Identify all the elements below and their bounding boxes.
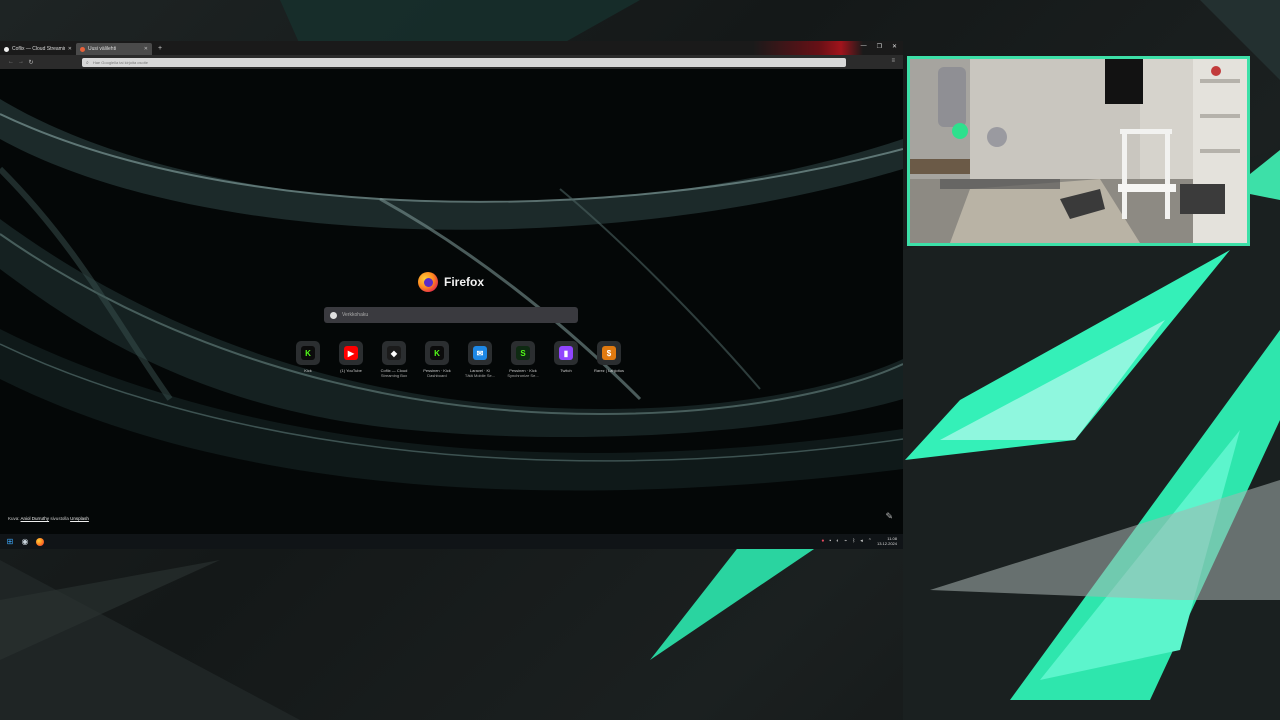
shortcut-sublabel: Streaming Box bbox=[380, 373, 408, 378]
mail-icon: ✉ bbox=[473, 346, 487, 360]
windows-start-icon[interactable]: ⊞ bbox=[5, 537, 15, 547]
shortcut-sublabel: Dashboard bbox=[427, 373, 447, 378]
shortcut-tile[interactable]: K Pessinen · Kick Dashboard bbox=[419, 341, 455, 378]
stream-scene: Coflix — Cloud Streaming Box ✕ Uusi väli… bbox=[0, 0, 1280, 720]
new-tab-button[interactable]: + bbox=[158, 45, 162, 52]
shortcut-tile[interactable]: $ Rarez | Lahjoitus bbox=[591, 341, 627, 378]
kick-icon: K bbox=[430, 346, 444, 360]
coflix-icon: ◆ bbox=[387, 346, 401, 360]
credit-middle: sivustolla bbox=[50, 516, 69, 521]
shortcut-tile[interactable]: ▮ Twitch bbox=[548, 341, 584, 378]
shortcut-icon-frame: K bbox=[296, 341, 320, 365]
brand-name: Firefox bbox=[444, 275, 485, 289]
shortcut-tile[interactable]: S Pessinen · Kick Synchronize Se... bbox=[505, 341, 541, 378]
web-search-box[interactable] bbox=[324, 307, 578, 323]
shortcut-sublabel: Tätä Mobile Se... bbox=[464, 373, 496, 378]
search-input[interactable] bbox=[342, 312, 562, 318]
youtube-icon: ▶ bbox=[344, 346, 358, 360]
top-sites: K Kick ▶ (1) YouTube ◆ Coflix — Cloud Streamin… bbox=[290, 341, 627, 378]
firefox-brand: Firefox bbox=[418, 272, 484, 292]
twitch-icon: ▮ bbox=[559, 346, 573, 360]
shortcut-icon-frame: ▮ bbox=[554, 341, 578, 365]
browser-window: Coflix — Cloud Streaming Box ✕ Uusi väli… bbox=[0, 41, 903, 549]
donation-icon: $ bbox=[602, 346, 616, 360]
steam-icon[interactable]: ◉ bbox=[20, 537, 30, 547]
navigation-bar: ← → ↻ ⌕ Hae Googlella tai kirjoita osoit… bbox=[0, 55, 903, 69]
shortcut-icon-frame: ▶ bbox=[339, 341, 363, 365]
menu-icon[interactable]: ≡ bbox=[891, 58, 895, 64]
shortcut-icon-frame: ◆ bbox=[382, 341, 406, 365]
clock[interactable]: 11.08 13.12.2024 bbox=[877, 536, 897, 546]
credit-author-link[interactable]: Aniol Durruthy bbox=[21, 516, 50, 521]
shortcut-icon-frame: ✉ bbox=[468, 341, 492, 365]
overflow-icon[interactable]: ⌃ bbox=[868, 538, 872, 544]
clock-date: 13.12.2024 bbox=[876, 541, 897, 546]
shortcut-label: (1) YouTube bbox=[340, 368, 362, 373]
wallpaper-credit: Kuva: Aniol Durruthy sivustolla Unsplash bbox=[8, 516, 89, 521]
credit-site-link[interactable]: Unsplash bbox=[70, 516, 89, 521]
address-bar[interactable]: ⌕ Hae Googlella tai kirjoita osoite bbox=[82, 58, 846, 67]
app-tray-icon[interactable]: ◐ bbox=[836, 538, 839, 544]
back-icon[interactable]: ← bbox=[6, 59, 16, 65]
tab-coflix[interactable]: Coflix — Cloud Streaming Box ✕ bbox=[0, 43, 76, 55]
bluetooth-icon[interactable]: ᛒ bbox=[852, 538, 855, 544]
system-tray: ● ▪ ◐ ⌁ ᛒ ◂ ⌃ 11.08 13.12.2024 bbox=[821, 536, 897, 546]
streamlabs-icon: S bbox=[516, 346, 530, 360]
minimize-button[interactable]: — bbox=[861, 43, 867, 50]
shortcut-tile[interactable]: K Kick bbox=[290, 341, 326, 378]
reload-icon[interactable]: ↻ bbox=[26, 59, 36, 66]
network-icon[interactable]: ⌁ bbox=[844, 538, 847, 544]
customize-pencil-icon[interactable]: ✎ bbox=[885, 511, 893, 522]
tab-bar: Coflix — Cloud Streaming Box ✕ Uusi väli… bbox=[0, 41, 903, 55]
new-tab-page: Firefox K Kick ▶ (1) YouTube ◆Coflix — Cloud… bbox=[0, 69, 903, 534]
close-window-button[interactable]: ✕ bbox=[892, 43, 897, 50]
shortcut-label: Rarez | Lahjoitus bbox=[594, 368, 624, 373]
coflix-favicon-icon bbox=[4, 46, 9, 52]
forward-icon[interactable]: → bbox=[16, 59, 26, 65]
address-placeholder: Hae Googlella tai kirjoita osoite bbox=[92, 60, 148, 65]
window-controls: — ❐ ✕ bbox=[861, 43, 897, 50]
app-tray-icon[interactable]: ▪ bbox=[829, 538, 831, 544]
kick-icon: K bbox=[301, 346, 315, 360]
taskbar: ⊞ ◉ ● ▪ ◐ ⌁ ᛒ ◂ ⌃ 11.08 13.12.2024 bbox=[0, 534, 903, 549]
webcam-feed bbox=[907, 56, 1250, 246]
tab-new-tab[interactable]: Uusi välilehti ✕ bbox=[76, 43, 152, 55]
volume-icon[interactable]: ◂ bbox=[860, 538, 863, 544]
wallpaper bbox=[0, 69, 903, 534]
firefox-logo-icon bbox=[418, 272, 438, 292]
webcam-image bbox=[910, 59, 1247, 243]
shortcut-sublabel: Synchronize Se... bbox=[507, 373, 539, 378]
shortcut-icon-frame: S bbox=[511, 341, 535, 365]
credit-prefix: Kuva: bbox=[8, 516, 20, 521]
decorative-accent bbox=[753, 41, 863, 55]
app-tray-icon[interactable]: ● bbox=[821, 538, 824, 544]
firefox-favicon-icon bbox=[80, 46, 85, 52]
close-tab-icon[interactable]: ✕ bbox=[68, 46, 72, 52]
google-icon bbox=[330, 311, 337, 319]
firefox-icon[interactable] bbox=[35, 537, 45, 547]
shortcut-label: Kick bbox=[304, 368, 312, 373]
shortcut-icon-frame: K bbox=[425, 341, 449, 365]
shortcut-icon-frame: $ bbox=[597, 341, 621, 365]
close-tab-icon[interactable]: ✕ bbox=[144, 46, 148, 52]
shortcut-tile[interactable]: ▶ (1) YouTube bbox=[333, 341, 369, 378]
shortcut-tile[interactable]: ✉ Laravel · Ki Tätä Mobile Se... bbox=[462, 341, 498, 378]
shortcut-tile[interactable]: ◆ Coflix — Cloud Streaming Box bbox=[376, 341, 412, 378]
maximize-button[interactable]: ❐ bbox=[877, 43, 882, 50]
tab-title: Uusi välilehti bbox=[88, 46, 117, 52]
shortcut-label: Twitch bbox=[560, 368, 572, 373]
tab-title: Coflix — Cloud Streaming Box bbox=[12, 46, 65, 52]
search-icon: ⌕ bbox=[86, 59, 89, 66]
